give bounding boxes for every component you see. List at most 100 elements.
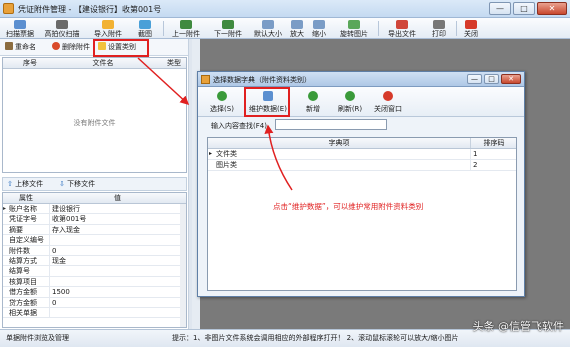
- properties-rows: ▸ 账户名称 建设银行 凭证字号 收第001号 摘要 存入现金 自定义编号 附件数 0 结算方式 现金…: [3, 204, 186, 319]
- attachment-grid[interactable]: 序号 文件名 类型 没有附件文件: [2, 57, 187, 173]
- screenshot-button[interactable]: 截图: [130, 19, 160, 38]
- maximize-button[interactable]: □: [513, 2, 535, 15]
- close-window-button[interactable]: ✕: [537, 2, 567, 15]
- data-dictionary-dialog: 选择数据字典（附件资料类别） — □ ✕ 选择(S) 维护数据(E) 新增 刷新…: [197, 71, 525, 297]
- prev-attachment-button[interactable]: 上一附件: [166, 19, 206, 38]
- property-name: 结算号: [9, 267, 30, 276]
- refresh-button[interactable]: 刷新(R): [332, 89, 368, 115]
- arrow-down-icon: ⇩: [59, 180, 65, 188]
- property-name: 凭证字号: [9, 215, 37, 224]
- highlight-maintain-data: [244, 87, 290, 117]
- properties-scrollbar[interactable]: [180, 204, 186, 327]
- property-value: 0: [49, 297, 186, 307]
- property-row[interactable]: 凭证字号 收第001号: [3, 214, 186, 225]
- property-name: 借方金额: [9, 288, 37, 297]
- arrow-up-icon: ⇧: [7, 180, 13, 188]
- rotate-image-button[interactable]: 旋转图片: [334, 19, 374, 38]
- close-icon: [383, 91, 393, 101]
- add-button[interactable]: 新增: [298, 89, 328, 115]
- property-row[interactable]: 自定义编号: [3, 235, 186, 246]
- table-row[interactable]: ▸ 文件类 1: [208, 149, 516, 160]
- import-attachment-button[interactable]: 导入附件: [88, 19, 128, 38]
- select-button[interactable]: 选择(S): [204, 89, 240, 115]
- screenshot-icon: [139, 20, 151, 29]
- col-value: 值: [114, 194, 121, 202]
- property-row[interactable]: 借方金额 1500: [3, 287, 186, 298]
- next-attachment-button[interactable]: 下一附件: [208, 19, 248, 38]
- add-icon: [308, 91, 318, 101]
- camera-icon: [56, 20, 68, 29]
- properties-grid: 属性 值 ▸ 账户名称 建设银行 凭证字号 收第001号 摘要 存入现金 自定义编号 附件数 0 结…: [2, 192, 187, 328]
- property-name: 账户名称: [9, 205, 37, 213]
- dictionary-grid: 字典项 排序码 ▸ 文件类 1 图片类 2: [207, 137, 517, 291]
- property-row[interactable]: 结算方式 现金: [3, 255, 186, 267]
- window-controls: — □ ✕: [489, 2, 567, 15]
- property-value: 存入现金: [49, 224, 186, 235]
- move-up-button[interactable]: ⇧ 上移文件: [7, 178, 43, 190]
- dialog-maximize-button[interactable]: □: [484, 74, 499, 84]
- empty-message: 没有附件文件: [73, 119, 116, 127]
- dialog-app-icon: [201, 75, 210, 84]
- watermark: 头条 @信管飞软件: [472, 320, 565, 333]
- close-dialog-button[interactable]: 关闭窗口: [370, 89, 406, 115]
- property-name: 结算方式: [9, 256, 37, 265]
- print-button[interactable]: 打印: [424, 19, 454, 38]
- property-row[interactable]: 结算号: [3, 266, 186, 277]
- col-sort-code: 排序码: [470, 138, 517, 148]
- delete-attachment-button[interactable]: 删除附件: [52, 42, 90, 53]
- property-row[interactable]: 核算项目: [3, 276, 186, 288]
- row-pointer-icon: ▸: [209, 150, 213, 157]
- toolbar-separator: [456, 21, 457, 36]
- import-icon: [102, 20, 114, 29]
- property-row[interactable]: 贷方金额 0: [3, 297, 186, 308]
- arrow-right-icon: [222, 20, 234, 29]
- dialog-title: 选择数据字典（附件资料类别）: [213, 76, 311, 84]
- move-bar: ⇧ 上移文件 ⇩ 下移文件: [2, 177, 187, 191]
- properties-header: 属性 值: [3, 193, 186, 204]
- zoom-in-icon: [291, 20, 303, 29]
- move-down-button[interactable]: ⇩ 下移文件: [59, 178, 95, 190]
- attachment-grid-header: 序号 文件名 类型: [3, 58, 186, 69]
- property-value: [49, 266, 186, 276]
- dialog-minimize-button[interactable]: —: [467, 74, 482, 84]
- property-value: [49, 276, 186, 287]
- check-icon: [217, 91, 227, 101]
- property-row[interactable]: 摘要 存入现金: [3, 224, 186, 236]
- close-button[interactable]: 关闭: [460, 19, 482, 38]
- default-size-button[interactable]: 默认大小: [250, 19, 286, 38]
- table-row[interactable]: 图片类 2: [208, 160, 516, 171]
- export-file-button[interactable]: 导出文件: [382, 19, 422, 38]
- property-name: 贷方金额: [9, 298, 37, 307]
- col-no: 序号: [23, 59, 37, 67]
- property-value: 现金: [49, 255, 186, 266]
- property-name: 核算项目: [9, 277, 37, 286]
- rename-button[interactable]: 重命名: [5, 42, 36, 53]
- export-icon: [396, 20, 408, 29]
- dialog-close-button[interactable]: ✕: [501, 74, 521, 84]
- col-dict-item: 字典项: [328, 139, 350, 147]
- property-row[interactable]: ▸ 账户名称 建设银行: [3, 204, 186, 215]
- refresh-icon: [345, 91, 355, 101]
- arrow-left-icon: [180, 20, 192, 29]
- property-value: [49, 235, 186, 245]
- app-icon: [3, 3, 14, 14]
- highlight-set-category: [93, 39, 149, 57]
- window-title: 凭证附件管理 - 【建设银行】收第001号: [18, 5, 162, 14]
- property-name: 附件数: [9, 246, 30, 255]
- dialog-window-controls: — □ ✕: [467, 74, 521, 84]
- minimize-button[interactable]: —: [489, 2, 511, 15]
- search-input[interactable]: [275, 119, 387, 130]
- title-bar: 凭证附件管理 - 【建设银行】收第001号 — □ ✕: [0, 0, 570, 18]
- col-type: 类型: [167, 59, 181, 67]
- highcam-scan-button[interactable]: 高拍仪扫描: [40, 19, 84, 38]
- property-row[interactable]: 相关单据: [3, 307, 186, 319]
- toolbar-separator: [378, 21, 379, 36]
- delete-icon: [52, 42, 60, 50]
- property-row[interactable]: 附件数 0: [3, 245, 186, 256]
- scan-button[interactable]: 扫描票据: [2, 19, 38, 38]
- status-left: 单据附件浏览及管理: [6, 334, 69, 342]
- rename-icon: [5, 42, 13, 50]
- rotate-icon: [348, 20, 360, 29]
- zoom-out-button[interactable]: 缩小: [308, 19, 330, 38]
- zoom-in-button[interactable]: 放大: [286, 19, 308, 38]
